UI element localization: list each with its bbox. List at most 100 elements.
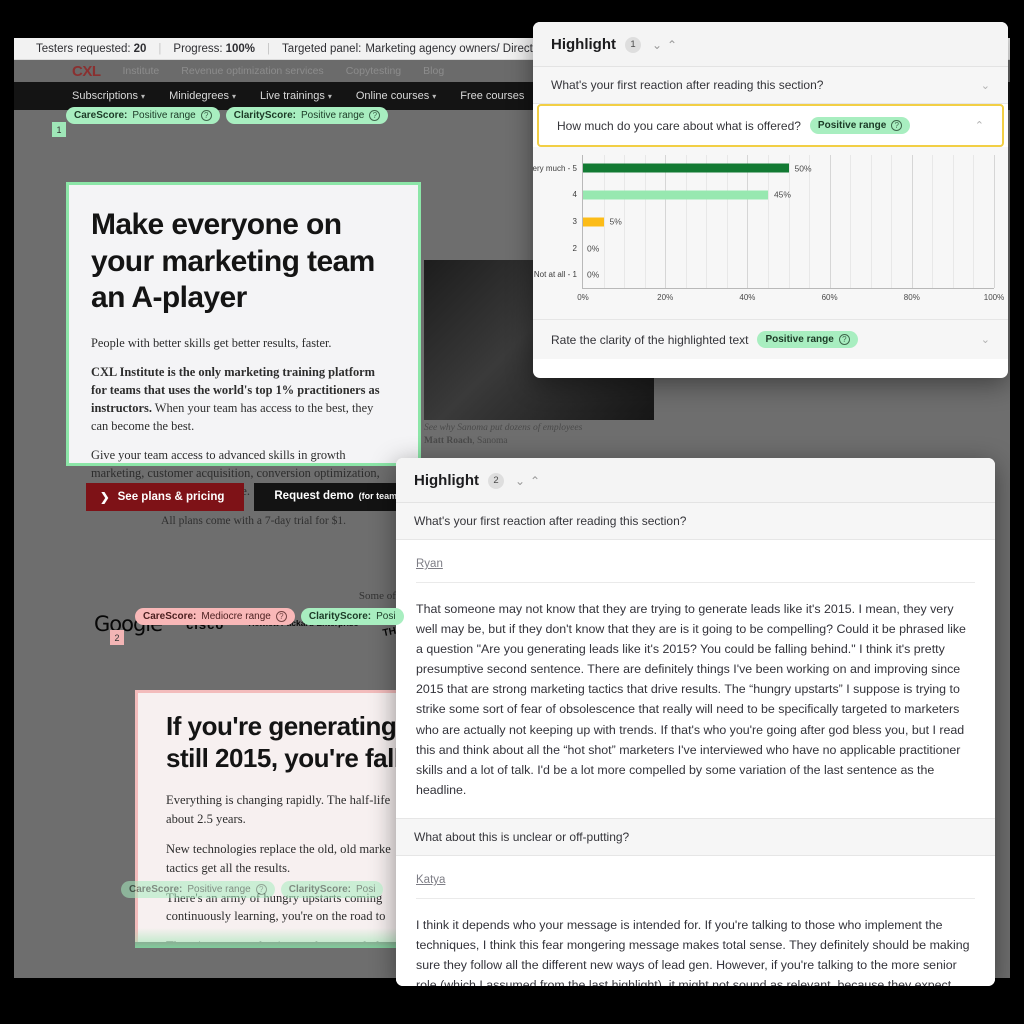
section3-score-pills: CareScore: Positive range ? ClarityScore… [121,881,384,898]
chart-x-tick-label: 0% [577,293,589,302]
highlight-1-header: Highlight 1 ⌄ ⌃ [533,22,1008,67]
clarityscore-value: Posi [355,884,376,895]
carescore-badge-2[interactable]: CareScore: Mediocre range ? [135,608,295,625]
clarityscore-label: ClarityScore: [233,110,296,121]
chart-x-tick-label: 20% [657,293,674,302]
highlight-2-answer-2: Katya I think it depends who your messag… [396,855,995,986]
mainnav-item-live-trainings[interactable]: Live trainings ▾ [260,90,332,102]
chart-plot-area: Very much - 550%445%35%20%Not at all - 1… [533,155,1004,302]
chevron-down-icon: ▾ [231,92,236,101]
highlight-2-question-1[interactable]: What's your first reaction after reading… [396,503,995,540]
hero2-para-1: Everything is changing rapidly. The half… [166,792,391,826]
clarityscore-badge-1[interactable]: ClarityScore: Positive range ? [225,107,389,124]
highlight-2-header: Highlight 2 ⌄ ⌃ [396,458,995,503]
chevron-down-icon[interactable]: ⌄ [515,475,525,487]
mainnav-item-free-courses[interactable]: Free courses [460,90,524,102]
answer-1-text: That someone may not know that they are … [416,602,966,797]
highlight-marker-1[interactable]: 1 [52,122,66,137]
testers-requested-value: 20 [133,42,147,55]
chart-y-tick-label: 2 [572,243,577,253]
hero2-body: Everything is changing rapidly. The half… [166,791,432,942]
help-icon[interactable]: ? [275,611,287,622]
targeted-panel-label: Targeted panel: [282,42,362,55]
answer-1-author[interactable]: Ryan [416,558,975,583]
highlight-1-panel: Highlight 1 ⌄ ⌃ What's your first reacti… [533,22,1008,378]
clarityscore-badge-2[interactable]: ClarityScore: Posi [300,608,404,625]
carescore-value: Mediocre range [201,611,271,622]
highlight-2-panel: Highlight 2 ⌄ ⌃ What's your first reacti… [396,458,995,986]
progress: Progress: 100% [173,43,255,55]
highlight-1-question-1[interactable]: What's your first reaction after reading… [533,67,1008,104]
topnav-item-blog[interactable]: Blog [423,65,444,77]
highlighted-section-2[interactable]: If you're generating still 2015, you're … [135,690,435,942]
chevron-right-icon: ❯ [100,492,110,504]
section2-score-pills: CareScore: Mediocre range ? ClarityScore… [135,608,404,625]
carescore-label: CareScore: [74,110,128,121]
chevron-down-icon: ▾ [141,92,146,101]
chevron-up-icon[interactable]: ⌃ [667,39,677,51]
chart-y-tick-label: 3 [572,217,577,226]
highlight-marker-2[interactable]: 2 [110,630,124,645]
hero-testimonial-caption: See why Sanoma put dozens of employees M… [424,422,644,448]
hero2-headline: If you're generating still 2015, you're … [166,711,432,775]
highlight-2-question-2-label: What about this is unclear or off-puttin… [414,829,630,844]
chart-bar-row: Not at all - 1 0% [534,208,994,341]
clarityscore-badge-3[interactable]: ClarityScore: Posi [280,881,384,898]
highlight-1-collapse-controls[interactable]: ⌄ ⌃ [652,39,677,51]
see-plans-pricing-button[interactable]: ❯ See plans & pricing [86,483,245,511]
hero2-headline-line1: If you're generating [166,711,397,741]
hero-cta-row: ❯ See plans & pricing Request demo (for … [86,483,438,511]
carescore-badge-1[interactable]: CareScore: Positive range ? [66,107,220,124]
hero2-headline-line2: still 2015, you're fall [166,742,401,773]
chevron-down-icon: ▾ [327,92,332,101]
chart-value-label: 0% [587,269,600,280]
carescore-badge-3[interactable]: CareScore: Positive range ? [121,881,275,898]
mainnav-item-online-courses[interactable]: Online courses ▾ [356,90,436,102]
chart-y-tick-label: 4 [572,190,577,200]
caption-org: , Sanoma [472,435,508,446]
highlight-2-question-2[interactable]: What about this is unclear or off-puttin… [396,817,995,856]
hero1-body: People with better skills get better res… [91,335,392,501]
carescore-value: Positive range [132,110,196,121]
highlight-2-count-badge: 2 [487,472,504,489]
chart-x-tick-label: 100% [983,293,1005,302]
highlighted-section-1[interactable]: Make everyone on your marketing team an … [66,182,421,498]
answer-2-text: I think it depends who your message is i… [416,917,970,986]
cxl-logo: CXL [72,62,101,80]
chevron-down-icon[interactable]: ⌄ [981,79,990,92]
chevron-down-icon: ▾ [432,92,437,101]
trial-note: All plans come with a 7-day trial for $1… [161,515,346,527]
highlight-1-title: Highlight [551,36,616,53]
clarityscore-value: Positive range [300,110,365,121]
caption-name: Matt Roach [424,435,473,446]
topnav-item-revenue[interactable]: Revenue optimization services [181,65,323,77]
chart-x-tick-label: 80% [903,293,920,302]
mainnav-item-minidegrees[interactable]: Minidegrees ▾ [169,90,236,102]
chevron-down-icon[interactable]: ⌄ [652,39,662,51]
see-plans-pricing-label: See plans & pricing [117,491,225,503]
chevron-up-icon[interactable]: ⌃ [530,475,540,487]
help-icon[interactable]: ? [369,110,381,121]
care-rating-chart: Very much - 550%445%35%20%Not at all - 1… [533,147,1008,319]
help-icon[interactable]: ? [200,110,212,121]
highlight-1-count-badge: 1 [624,36,641,53]
highlight-2-title: Highlight [414,472,479,489]
chart-x-tick-label: 40% [739,293,756,302]
chart-gridline [994,155,995,288]
topnav-item-copytesting[interactable]: Copytesting [346,65,401,77]
progress-value: 100% [225,42,256,55]
carescore-label: CareScore: [129,884,183,895]
section1-score-pills: CareScore: Positive range ? ClarityScore… [66,107,389,124]
status-divider-2: | [267,42,271,55]
chart-y-tick-label: Very much - 5 [533,163,577,173]
request-demo-label: Request demo [274,490,354,502]
highlight-2-collapse-controls[interactable]: ⌄ ⌃ [515,475,540,487]
section3-fade [135,928,435,948]
hero1-para-2: CXL Institute is the only marketing trai… [91,364,392,436]
clarityscore-value: Posi [376,611,396,622]
answer-2-author[interactable]: Katya [416,874,975,899]
topnav-item-institute[interactable]: Institute [123,65,160,77]
help-icon[interactable]: ? [838,334,850,345]
help-icon[interactable]: ? [255,884,267,895]
mainnav-item-subscriptions[interactable]: Subscriptions ▾ [72,90,145,102]
